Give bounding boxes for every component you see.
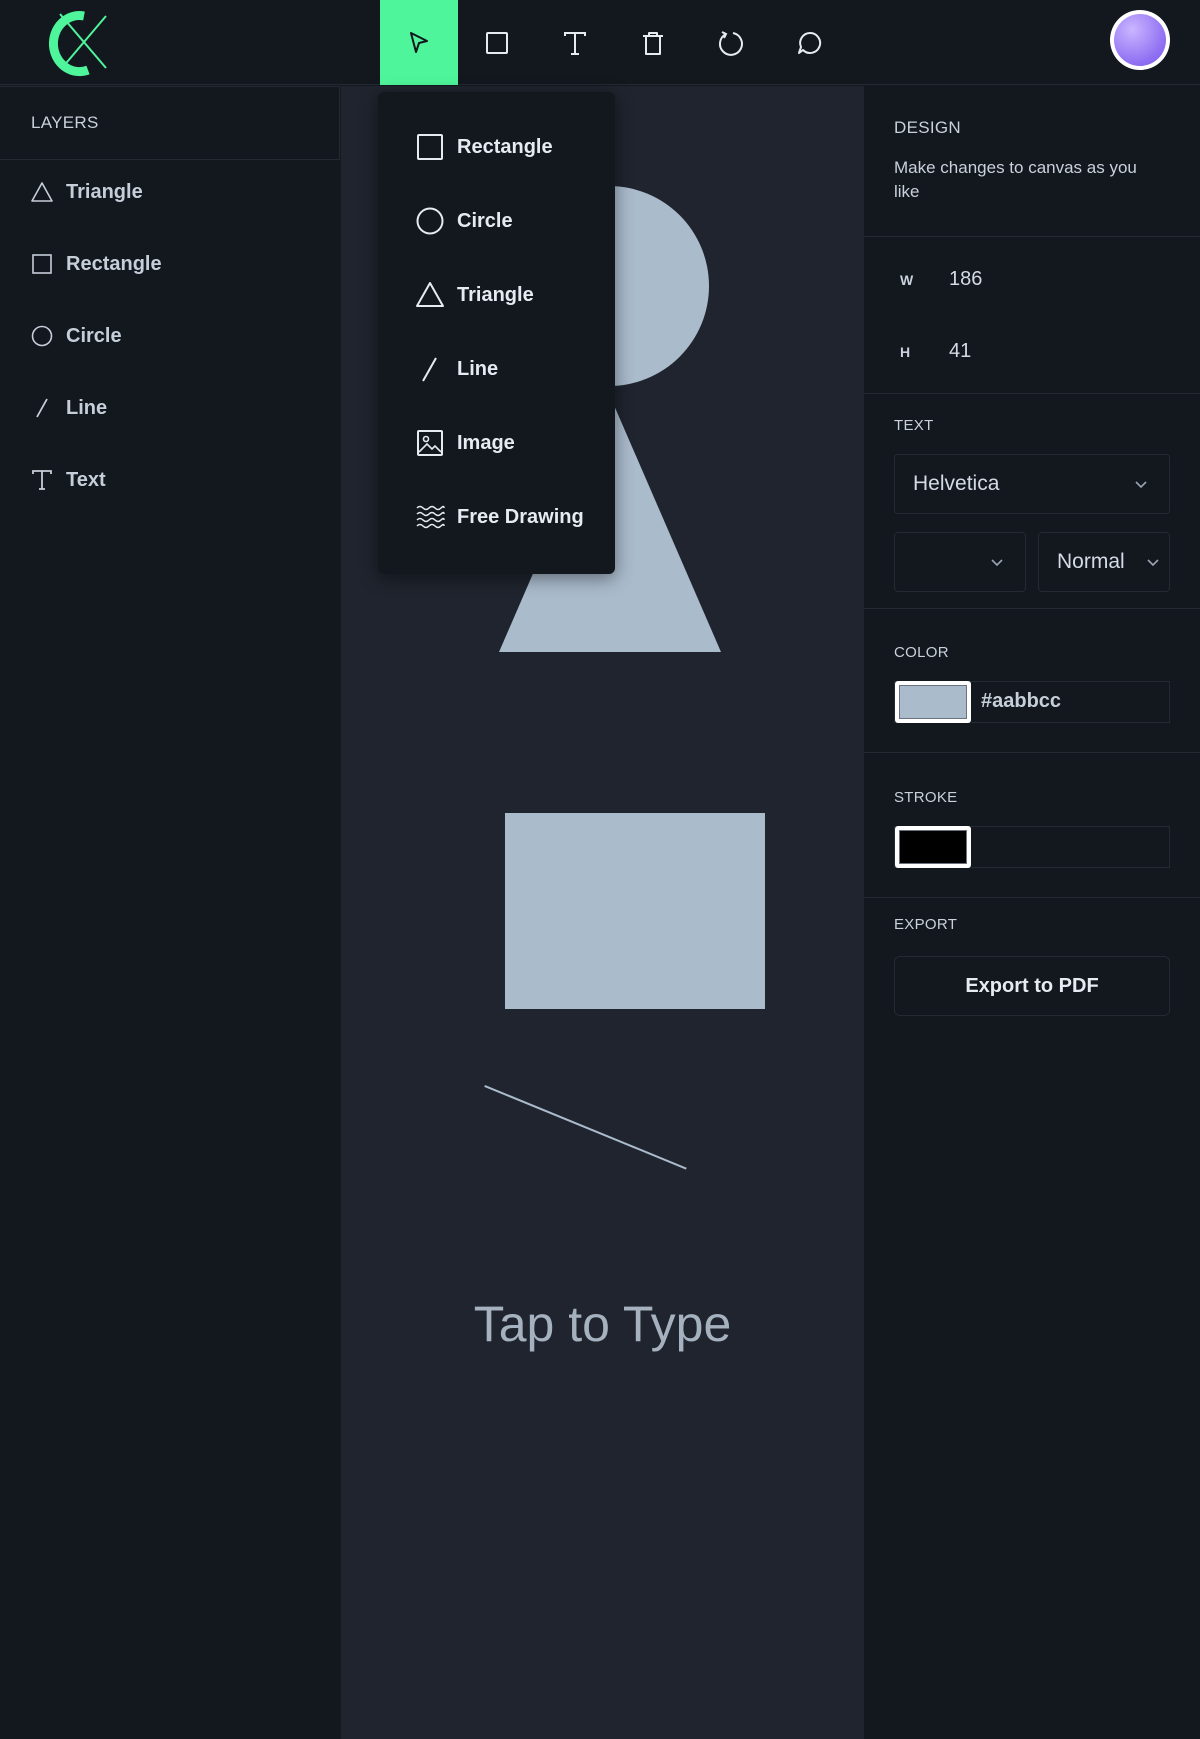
- height-input[interactable]: 41: [949, 340, 971, 363]
- reset-tool-button[interactable]: [692, 0, 770, 85]
- layers-panel: LAYERS Triangle Rectangle Circle Line Te…: [0, 86, 340, 1739]
- canvas-line[interactable]: [484, 1085, 687, 1170]
- font-weight-value: Normal: [1057, 550, 1125, 573]
- design-description: Make changes to canvas as you like: [894, 158, 1137, 201]
- square-icon: [486, 31, 508, 54]
- layer-label: Line: [66, 396, 108, 419]
- color-section: COLOR #aabbcc: [864, 609, 1200, 753]
- image-icon: [417, 430, 443, 456]
- export-section-title: EXPORT: [894, 916, 958, 933]
- layer-item-rectangle[interactable]: Rectangle: [30, 252, 162, 276]
- width-label: W: [900, 272, 914, 288]
- chevron-down-icon: [991, 559, 1003, 567]
- color-swatch-fill: [899, 685, 967, 719]
- shape-menu: Rectangle Circle Triangle Line Image Fre…: [378, 92, 615, 574]
- circle-icon: [416, 207, 444, 235]
- menu-item-line[interactable]: Line: [415, 354, 498, 384]
- dimensions-section: W 186 H 41: [864, 237, 1200, 394]
- menu-item-label: Image: [457, 431, 515, 454]
- text-tool-button[interactable]: [536, 0, 614, 85]
- layers-header: LAYERS: [0, 86, 340, 160]
- layer-label: Text: [66, 468, 106, 491]
- layer-item-line[interactable]: Line: [30, 396, 107, 420]
- design-title: DESIGN: [894, 118, 961, 137]
- text-section: TEXT Helvetica Normal: [864, 394, 1200, 609]
- comment-tool-button[interactable]: [770, 0, 848, 85]
- stroke-field: [894, 826, 1170, 868]
- font-family-select[interactable]: Helvetica: [894, 454, 1170, 514]
- cursor-icon: [410, 31, 428, 53]
- height-label: H: [900, 344, 911, 360]
- color-field: #aabbcc: [894, 681, 1170, 723]
- layer-label: Triangle: [66, 180, 143, 203]
- stroke-section: STROKE: [864, 753, 1200, 898]
- trash-icon: [643, 31, 663, 55]
- layer-item-text[interactable]: Text: [30, 468, 106, 492]
- design-panel: DESIGN Make changes to canvas as you lik…: [864, 86, 1200, 1739]
- stroke-swatch[interactable]: [895, 826, 971, 868]
- export-section: EXPORT Export to PDF: [864, 898, 1200, 1038]
- select-tool-button[interactable]: [380, 0, 458, 85]
- menu-item-label: Line: [457, 357, 499, 380]
- waves-icon: [416, 505, 445, 529]
- menu-item-free-drawing[interactable]: Free Drawing: [415, 502, 584, 532]
- triangle-icon: [31, 182, 53, 202]
- circle-icon: [31, 325, 53, 347]
- canvas-rectangle[interactable]: [505, 813, 765, 1009]
- font-size-select[interactable]: [894, 532, 1026, 592]
- font-weight-select[interactable]: Normal: [1038, 532, 1170, 592]
- square-icon: [32, 254, 52, 274]
- menu-item-label: Circle: [457, 209, 513, 232]
- line-icon: [422, 357, 437, 382]
- triangle-icon: [416, 282, 444, 307]
- width-input[interactable]: 186: [949, 268, 982, 291]
- avatar-image: [1114, 14, 1166, 66]
- rectangle-tool-button[interactable]: [458, 0, 536, 85]
- layer-label: Rectangle: [66, 252, 162, 275]
- text-section-title: TEXT: [894, 417, 934, 434]
- delete-tool-button[interactable]: [614, 0, 692, 85]
- menu-item-label: Free Drawing: [457, 505, 584, 528]
- top-toolbar: [0, 0, 1200, 85]
- layer-item-circle[interactable]: Circle: [30, 324, 122, 348]
- reset-icon: [719, 30, 743, 56]
- export-pdf-button[interactable]: Export to PDF: [894, 956, 1170, 1016]
- menu-item-triangle[interactable]: Triangle: [415, 280, 534, 310]
- menu-item-label: Triangle: [457, 283, 534, 306]
- text-icon: [32, 470, 52, 490]
- stroke-section-title: STROKE: [894, 789, 958, 806]
- user-avatar[interactable]: [1110, 10, 1170, 70]
- color-hex-input[interactable]: #aabbcc: [981, 690, 1061, 713]
- app-logo[interactable]: [38, 6, 110, 78]
- font-family-value: Helvetica: [913, 472, 1000, 495]
- line-icon: [36, 398, 48, 418]
- square-icon: [417, 134, 443, 160]
- menu-item-label: Rectangle: [457, 135, 553, 158]
- chevron-down-icon: [1135, 481, 1147, 489]
- color-section-title: COLOR: [894, 644, 949, 661]
- menu-item-rectangle[interactable]: Rectangle: [415, 132, 553, 162]
- design-section: DESIGN Make changes to canvas as you lik…: [864, 86, 1200, 237]
- text-icon: [564, 31, 586, 55]
- chevron-down-icon: [1147, 559, 1159, 567]
- stroke-swatch-fill: [899, 830, 967, 864]
- comment-icon: [798, 31, 822, 54]
- layer-item-triangle[interactable]: Triangle: [30, 180, 143, 204]
- canvas-text[interactable]: Tap to Type: [341, 1295, 864, 1353]
- color-swatch[interactable]: [895, 681, 971, 723]
- layer-label: Circle: [66, 324, 122, 347]
- menu-item-circle[interactable]: Circle: [415, 206, 513, 236]
- menu-item-image[interactable]: Image: [415, 428, 515, 458]
